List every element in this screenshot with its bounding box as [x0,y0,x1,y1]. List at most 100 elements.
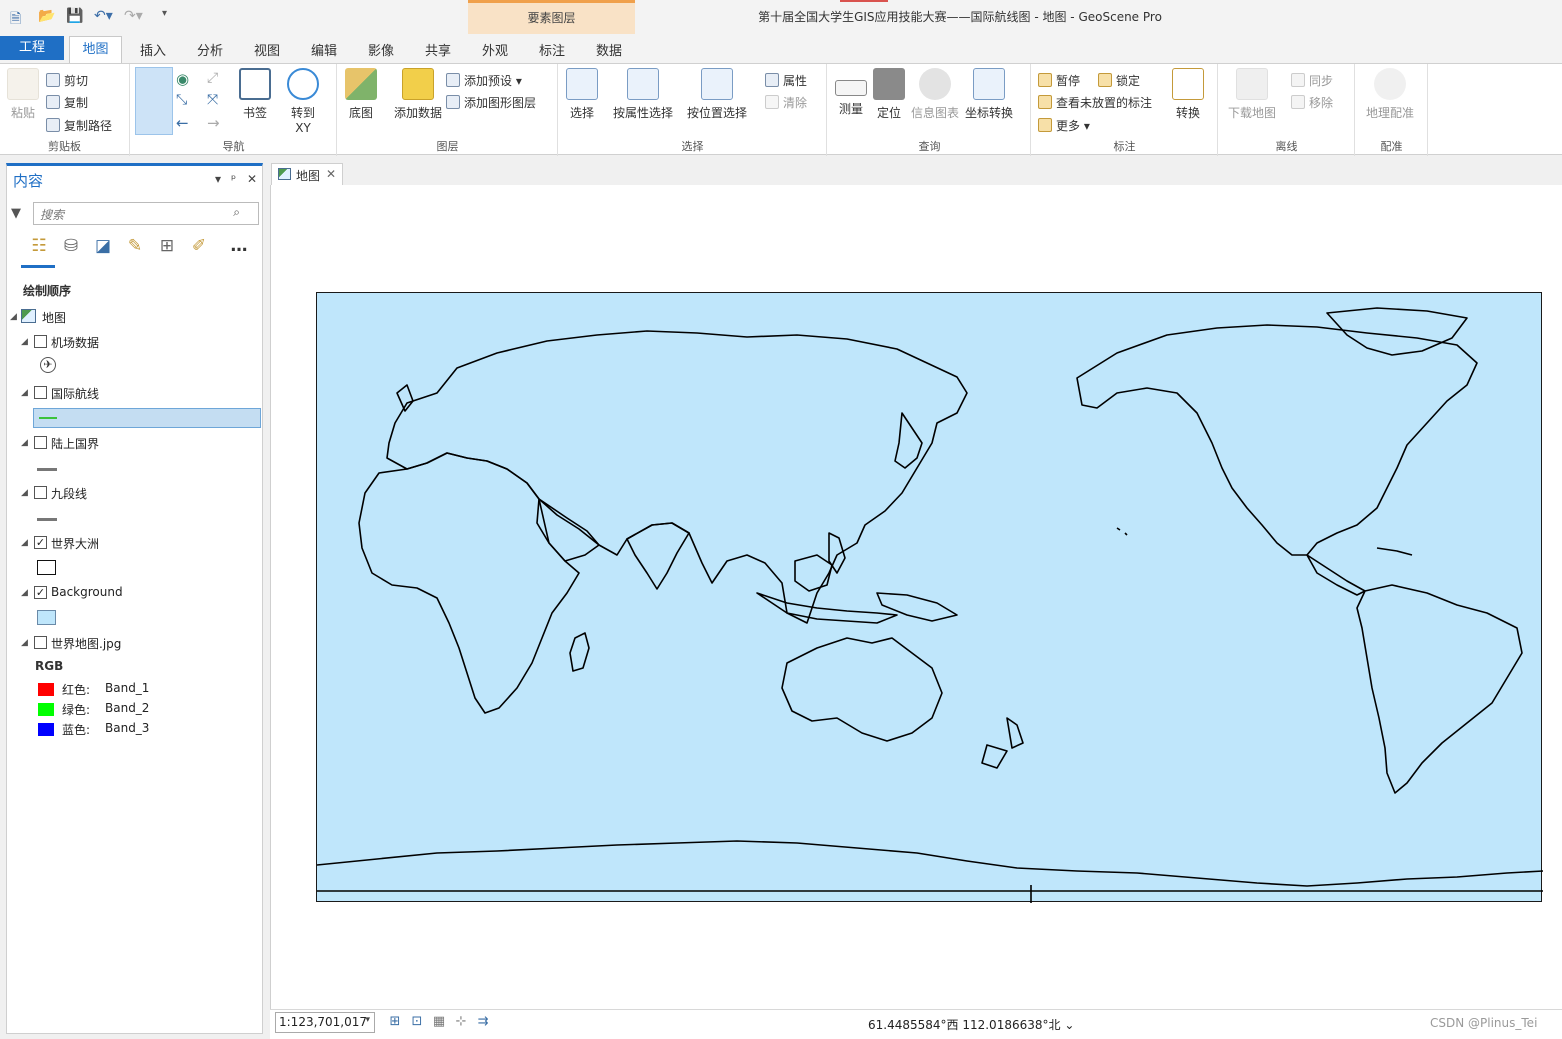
close-icon[interactable]: ✕ [247,172,257,186]
tab-project[interactable]: 工程 [0,36,64,60]
open-project-icon[interactable]: 📂 [38,8,55,24]
layer-airports[interactable]: ◢ 机场数据 [7,333,262,353]
add-data-button[interactable]: 添加数据 [390,68,446,121]
convert-coordinates-button[interactable]: 坐标转换 [963,68,1015,121]
fixed-zoom-out-icon[interactable]: ⤧ [207,92,218,108]
locate-button[interactable]: 定位 [871,68,907,121]
select-button[interactable]: 选择 [563,68,601,121]
layer-visibility-checkbox[interactable] [34,436,47,449]
layer-visibility-checkbox[interactable]: ✓ [34,536,47,549]
tab-appearance[interactable]: 外观 [482,40,508,59]
tab-map[interactable]: 地图 [69,36,122,64]
tab-insert[interactable]: 插入 [140,40,166,59]
tab-data[interactable]: 数据 [596,40,622,59]
lock-labeling-button[interactable]: 锁定 [1098,72,1140,89]
download-map-label: 下载地图 [1227,106,1276,120]
tab-labeling[interactable]: 标注 [539,40,565,59]
layer-background[interactable]: ◢ ✓ Background [7,584,262,604]
snapping-icon[interactable]: ⊞ [386,1014,404,1032]
crosshair-icon[interactable]: ⊹ [452,1014,470,1032]
full-extent-icon[interactable]: ◉ [176,70,189,88]
tab-imagery[interactable]: 影像 [368,40,394,59]
add-graphics-layer-button[interactable]: 添加图形图层 [446,94,536,111]
tab-edit[interactable]: 编辑 [311,40,337,59]
paste-button[interactable]: 粘贴 [6,68,40,121]
expand-icon[interactable]: ◢ [21,538,28,548]
editing-view-icon[interactable]: ✎ [123,236,147,260]
new-project-icon[interactable]: 🗎 [10,8,21,32]
download-map-button[interactable]: 下载地图 [1225,68,1279,121]
more-views-icon[interactable]: … [227,236,251,260]
snapping-view-icon[interactable]: ⊞ [155,236,179,260]
select-by-attributes-button[interactable]: 按属性选择 [611,68,675,121]
search-icon[interactable]: ⌕ [233,205,240,220]
customize-toolbar-icon[interactable]: ▾ [162,8,167,19]
georeference-button[interactable]: 地理配准 [1360,68,1420,121]
contents-search-input[interactable]: 搜索 ⌕ [33,202,259,225]
drawing-order-icon[interactable]: ☷ [27,236,51,260]
next-extent-icon[interactable]: → [207,114,220,132]
layer-routes[interactable]: ◢ 国际航线 [7,384,262,404]
goto-xy-button[interactable]: 转到 XY [283,68,323,135]
route-symbol-row[interactable] [33,408,261,428]
layer-visibility-checkbox[interactable] [34,335,47,348]
save-project-icon[interactable]: 💾 [66,8,83,24]
close-tab-icon[interactable]: ✕ [326,167,336,181]
expand-icon[interactable]: ◢ [21,638,28,648]
fixed-zoom-in-icon[interactable]: ⤡ [176,92,187,108]
expand-icon[interactable]: ◢ [21,337,28,347]
tab-analysis[interactable]: 分析 [197,40,223,59]
pane-options-icon[interactable]: ▾ [215,172,221,186]
pause-labeling-button[interactable]: 暂停 [1038,72,1080,89]
expand-icon[interactable]: ◢ [21,388,28,398]
copy-path-button[interactable]: 复制路径 [46,117,112,134]
zoom-to-selection-icon[interactable]: ⤢ [207,70,218,86]
basemap-button[interactable]: 底图 [342,68,380,121]
undo-icon[interactable]: ↶▾ [94,8,113,24]
map-frame[interactable] [316,292,1543,903]
map-node[interactable]: ◢ 地图 [7,308,262,328]
layer-visibility-checkbox[interactable]: ✓ [34,586,47,599]
redo-icon[interactable]: ↷▾ [124,8,143,24]
coordinate-text: 61.4485584°西 112.0186638°北 [868,1018,1061,1032]
convert-labels-button[interactable]: 转换 [1170,68,1206,121]
sync-button[interactable]: 同步 [1291,72,1333,89]
refresh-icon[interactable]: ⇉ [474,1014,492,1032]
copy-button[interactable]: 复制 [46,94,88,111]
labeling-view-icon[interactable]: ✐ [187,236,211,260]
layer-nine-dash-line[interactable]: ◢ 九段线 [7,484,262,504]
layer-world-map-raster[interactable]: ◢ 世界地图.jpg [7,634,262,654]
select-by-location-button[interactable]: 按位置选择 [685,68,749,121]
grid-icon[interactable]: ▦ [430,1014,448,1032]
coordinate-format-chevron-icon[interactable]: ⌄ [1064,1018,1074,1032]
pin-icon[interactable]: ᵖ [231,172,236,186]
scale-selector[interactable]: 1:123,701,017 ▾ [275,1012,375,1033]
more-labeling-button[interactable]: 更多 ▾ [1038,117,1090,134]
map-view-tab[interactable]: 地图 ✕ [271,163,343,185]
tab-share[interactable]: 共享 [425,40,451,59]
view-unplaced-button[interactable]: 查看未放置的标注 [1038,94,1152,111]
selection-view-icon[interactable]: ◪ [91,236,115,260]
filter-icon[interactable]: ▼ [11,206,21,221]
layer-visibility-checkbox[interactable] [34,386,47,399]
expand-icon[interactable]: ◢ [10,312,17,322]
expand-icon[interactable]: ◢ [21,588,28,598]
add-preset-button[interactable]: 添加预设 ▾ [446,72,522,89]
clear-selection-button[interactable]: 清除 [765,94,807,111]
measure-button[interactable]: 测量 [833,68,869,117]
expand-icon[interactable]: ◢ [21,488,28,498]
remove-offline-button[interactable]: 移除 [1291,94,1333,111]
expand-icon[interactable]: ◢ [21,438,28,448]
attributes-button[interactable]: 属性 [765,72,807,89]
infographics-button[interactable]: 信息图表 [909,68,961,121]
cut-button[interactable]: 剪切 [46,72,88,89]
bookmarks-button[interactable]: 书签 [235,68,275,121]
grid-snap-icon[interactable]: ⊡ [408,1014,426,1032]
layer-land-borders[interactable]: ◢ 陆上国界 [7,434,262,454]
layer-continents[interactable]: ◢ ✓ 世界大洲 [7,534,262,554]
data-source-icon[interactable]: ⛁ [59,236,83,260]
previous-extent-icon[interactable]: ← [176,114,189,132]
layer-visibility-checkbox[interactable] [34,486,47,499]
layer-visibility-checkbox[interactable] [34,636,47,649]
tab-view[interactable]: 视图 [254,40,280,59]
